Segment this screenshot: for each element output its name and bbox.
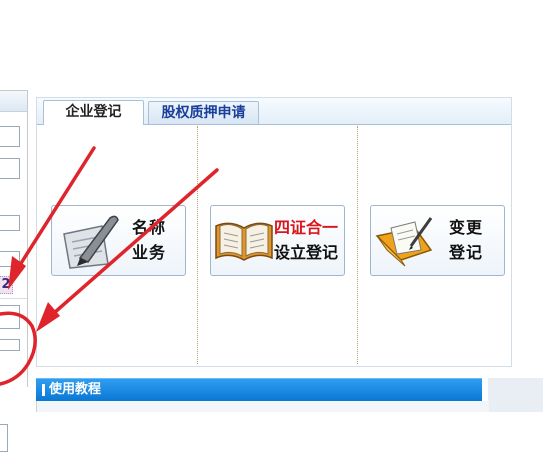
card-label-line1: 变更 <box>449 218 484 237</box>
column-divider <box>197 126 198 364</box>
business-panel: 企业登记 股权质押申请 名称 业务 四证合一 设立登记 变更 登记 <box>36 97 512 367</box>
bottom-input-partial[interactable] <box>0 424 8 452</box>
open-book-icon <box>215 222 273 261</box>
login-checkbox-partial[interactable] <box>0 339 20 351</box>
extra-input[interactable] <box>0 215 20 231</box>
tutorial-marker <box>42 384 45 396</box>
four-in-one-registration-button[interactable]: 四证合一 设立登记 <box>210 205 345 276</box>
tutorial-title: 使用教程 <box>49 382 102 397</box>
card-label-line1: 四证合一 <box>274 218 339 237</box>
login-panel-partial: 2 <box>0 90 28 452</box>
tutorial-body <box>36 401 489 412</box>
captcha-image[interactable]: 2 <box>0 276 13 294</box>
pen-paper-icon <box>63 215 119 269</box>
tutorial-side-panel <box>488 378 543 412</box>
tab-enterprise-registration[interactable]: 企业登记 <box>43 100 144 125</box>
username-input[interactable] <box>0 126 20 147</box>
login-panel-header <box>0 91 27 112</box>
tutorial-header[interactable]: 使用教程 <box>36 378 482 401</box>
change-registration-button[interactable]: 变更 登记 <box>370 205 505 276</box>
captcha-input[interactable] <box>0 251 20 267</box>
login-input-partial[interactable] <box>0 305 20 329</box>
tab-equity-pledge-application[interactable]: 股权质押申请 <box>148 101 259 124</box>
card-label-line2: 登记 <box>449 243 484 262</box>
password-input[interactable] <box>0 158 20 179</box>
card-label-line1: 名称 <box>132 218 167 237</box>
folder-pen-icon <box>375 217 433 267</box>
card-label-line2: 业务 <box>132 243 167 262</box>
card-label-line2: 设立登记 <box>274 243 339 262</box>
separator <box>0 298 27 299</box>
name-business-button[interactable]: 名称 业务 <box>51 205 186 276</box>
tab-bar: 企业登记 股权质押申请 <box>37 98 511 125</box>
column-divider <box>357 126 358 364</box>
